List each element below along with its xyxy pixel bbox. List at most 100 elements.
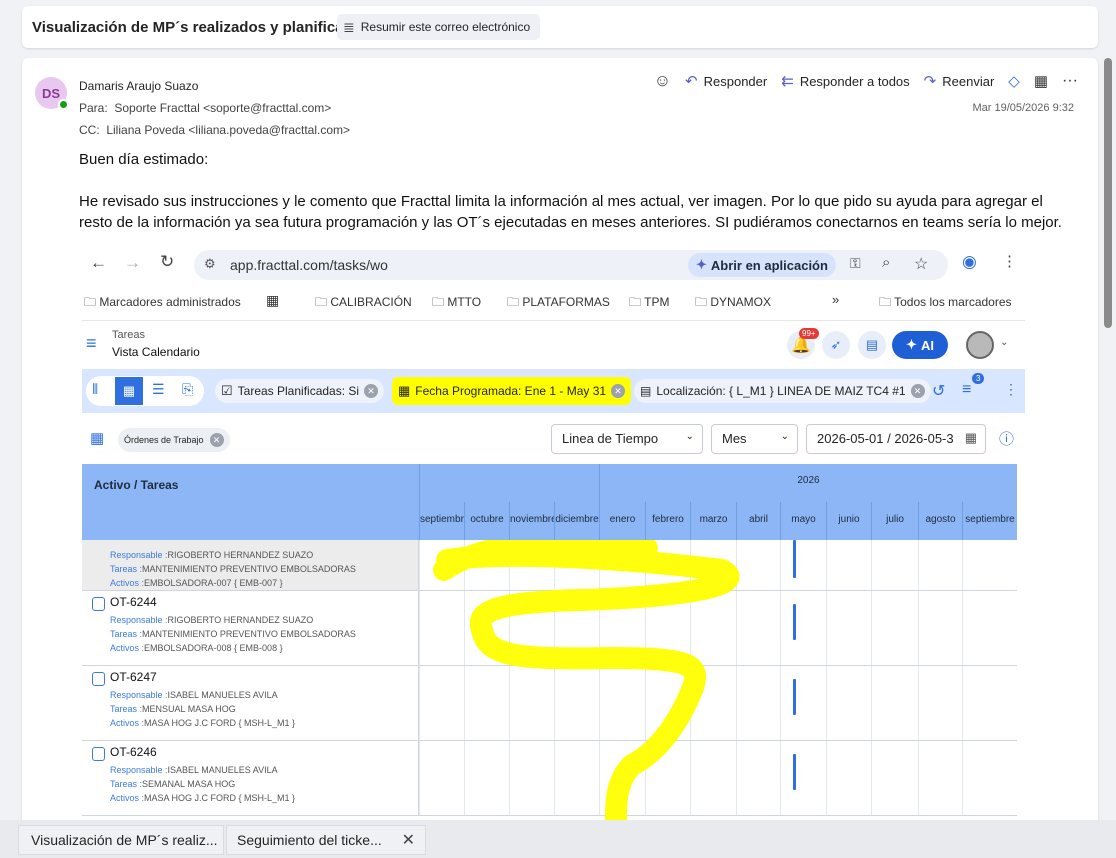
reply-label: Responder: [703, 73, 768, 89]
gantt-chart: Activo / Tareas 2026 septiembre octubreno…: [82, 464, 1017, 828]
bookmark-calibracion[interactable]: 🗀 CALIBRACIÓN: [315, 293, 412, 314]
site-info-icon[interactable]: ⚙: [204, 256, 216, 272]
user-avatar[interactable]: [966, 331, 994, 359]
month-header-cell: abril: [736, 502, 780, 540]
ai-button[interactable]: ✦ AI: [892, 331, 948, 359]
more-button[interactable]: ···: [1062, 72, 1078, 90]
date-range-input[interactable]: 2026-05-01 / 2026-05-3 ▦: [806, 424, 986, 454]
bookmark-plataformas[interactable]: 🗀 PLATAFORMAS: [507, 293, 610, 314]
hamburger-icon[interactable]: ≡: [86, 333, 97, 354]
all-bookmarks[interactable]: 🗀 Todos los marcadores: [879, 293, 1012, 314]
bookmark-dynamox[interactable]: 🗀 DYNAMOX: [695, 293, 771, 314]
period-select[interactable]: Mes ⌄: [711, 424, 798, 454]
work-order-icon: ▦: [90, 430, 105, 447]
timeline-select[interactable]: Linea de Tiempo ⌄: [551, 424, 703, 454]
month-header-cell: febrero: [645, 502, 690, 540]
reply-all-icon: ⇇: [781, 73, 794, 90]
filter-icon[interactable]: ≡: [962, 381, 971, 399]
email-scrollbar[interactable]: [1104, 58, 1112, 328]
remove-orders-icon[interactable]: ✕: [209, 433, 224, 447]
ai-label: AI: [920, 337, 934, 353]
message-actions: ☺ ↶ Responder ⇇ Responder a todos ↷ Reenvia…: [654, 71, 1078, 91]
month-header-cell: noviembre: [509, 502, 554, 540]
draft-tabs: Visualización de MP´s realiz... Seguimie…: [0, 820, 1116, 858]
to-line: Para: Soporte Fracttal <soporte@fracttal…: [79, 101, 331, 115]
select-chevron-icon: ⌄: [685, 431, 694, 442]
month-header-cell: junio: [826, 502, 871, 540]
browser-toolbar: ← → ↻ ⚙ app.fracttal.com/tasks/wo ✦ Abrir…: [82, 248, 1032, 282]
apps-grid-icon[interactable]: ▦: [266, 292, 279, 309]
filter-planned-chip[interactable]: ☑ Tareas Planificadas: Si ✕: [215, 379, 385, 403]
year-label: 2026: [599, 464, 1017, 502]
profile-icon[interactable]: ◉: [962, 252, 977, 272]
notes-button[interactable]: ▤: [858, 331, 886, 359]
orders-chip[interactable]: Órdenes de Trabajo ✕: [118, 428, 230, 452]
remove-filter-icon[interactable]: ✕: [910, 384, 925, 398]
checklist-view-icon[interactable]: ☰: [152, 381, 165, 398]
month-header-cell: diciembre: [554, 502, 599, 540]
body-greeting: Buen día estimado:: [79, 151, 209, 168]
cc-recipient[interactable]: Liliana Poveda <liliana.poveda@fracttal.…: [106, 123, 350, 137]
emoji-icon: ☺: [653, 71, 672, 90]
bookmark-tpm[interactable]: 🗀 TPM: [629, 293, 669, 314]
calendar-view-icon[interactable]: ▦: [115, 377, 143, 405]
star-icon[interactable]: ☆: [914, 254, 928, 274]
email-body: Buen día estimado: He revisado sus instr…: [79, 149, 1079, 233]
checkbox-icon: ☑: [221, 383, 233, 398]
timeline-select-value: Linea de Tiempo: [562, 431, 659, 446]
forward-button[interactable]: ↷ Reenviar: [924, 72, 995, 90]
avatar-initials: DS: [41, 85, 61, 101]
month-header-cell: julio: [871, 502, 918, 540]
gantt-left-header: Activo / Tareas: [94, 478, 179, 492]
period-select-value: Mes: [722, 431, 747, 446]
remove-filter-icon[interactable]: ✕: [611, 384, 626, 398]
sender-avatar[interactable]: DS: [35, 77, 69, 110]
to-recipient[interactable]: Soporte Fracttal <soporte@fracttal.com>: [114, 101, 331, 115]
reload-icon[interactable]: ↻: [160, 252, 174, 272]
emoji-button[interactable]: ☺: [654, 71, 671, 91]
apps-icon: ▦: [1033, 73, 1049, 90]
date-picker-icon[interactable]: ▦: [964, 430, 977, 446]
reply-all-label: Responder a todos: [799, 73, 910, 89]
reply-button[interactable]: ↶ Responder: [685, 72, 767, 90]
rocket-button[interactable]: ➶: [822, 331, 850, 359]
summarize-button[interactable]: ≣ Resumir este correo electrónico: [337, 14, 541, 40]
tab-visualizacion-label: Visualización de MP´s realiz...: [31, 832, 218, 848]
more-options-icon[interactable]: ⋮: [1004, 381, 1018, 398]
section-label: Tareas: [112, 329, 146, 341]
bookmark-label: MTTO: [447, 295, 482, 309]
subject-bar: Visualización de MP´s realizados y plani…: [22, 6, 1098, 48]
select-chevron-icon: ⌄: [780, 431, 789, 442]
close-icon[interactable]: ✕: [402, 830, 415, 850]
sender-name[interactable]: Damaris Araujo Suazo: [79, 79, 198, 93]
bookmark-mtto[interactable]: 🗀 MTTO: [432, 293, 481, 314]
chevron-down-icon[interactable]: ⌄: [1000, 337, 1008, 348]
filter-location-chip[interactable]: ▤ Localización: { L_M1 } LINEA DE MAIZ TC…: [634, 379, 931, 403]
back-icon[interactable]: ←: [90, 253, 107, 273]
tab-seguimiento[interactable]: Seguimiento del ticke... ✕: [226, 825, 426, 855]
embedded-screenshot: ← → ↻ ⚙ app.fracttal.com/tasks/wo ✦ Abrir…: [82, 248, 1032, 828]
reply-all-button[interactable]: ⇇ Responder a todos: [781, 72, 909, 90]
month-header-cell: octubre: [464, 502, 509, 540]
apps-button[interactable]: ▦: [1034, 72, 1048, 90]
open-in-app-button[interactable]: ✦ Abrir en aplicación: [688, 253, 836, 277]
refresh-icon[interactable]: ↺: [932, 381, 945, 401]
clipboard-view-icon[interactable]: ⎘: [182, 381, 193, 398]
address-bar[interactable]: ⚙ app.fracttal.com/tasks/wo ✦ Abrir en ap…: [194, 250, 948, 280]
remove-filter-icon[interactable]: ✕: [364, 384, 379, 398]
info-icon[interactable]: ⓘ: [999, 428, 1014, 449]
bookmark-managed[interactable]: 🗀 Marcadores administrados: [84, 293, 241, 314]
month-header-cell: agosto: [918, 502, 962, 540]
columns-view-icon[interactable]: ⦀: [92, 381, 98, 398]
more-bookmarks-icon[interactable]: »: [832, 292, 839, 307]
month-header-cell: septiembre: [962, 502, 1017, 540]
forward-nav-icon[interactable]: →: [124, 253, 141, 273]
notifications-button[interactable]: 🔔 99+: [787, 328, 819, 359]
zoom-icon[interactable]: ⌕: [882, 254, 890, 271]
tab-visualizacion[interactable]: Visualización de MP´s realiz...: [18, 825, 224, 855]
password-icon[interactable]: ⚿: [850, 255, 861, 272]
filter-date-chip[interactable]: ▦ Fecha Programada: Ene 1 - May 31 ✕: [392, 377, 632, 405]
loop-button[interactable]: ◇: [1008, 72, 1020, 90]
filter-planned-label: Tareas Planificadas: Si: [237, 384, 360, 398]
menu-icon[interactable]: ⋮: [1002, 252, 1017, 270]
